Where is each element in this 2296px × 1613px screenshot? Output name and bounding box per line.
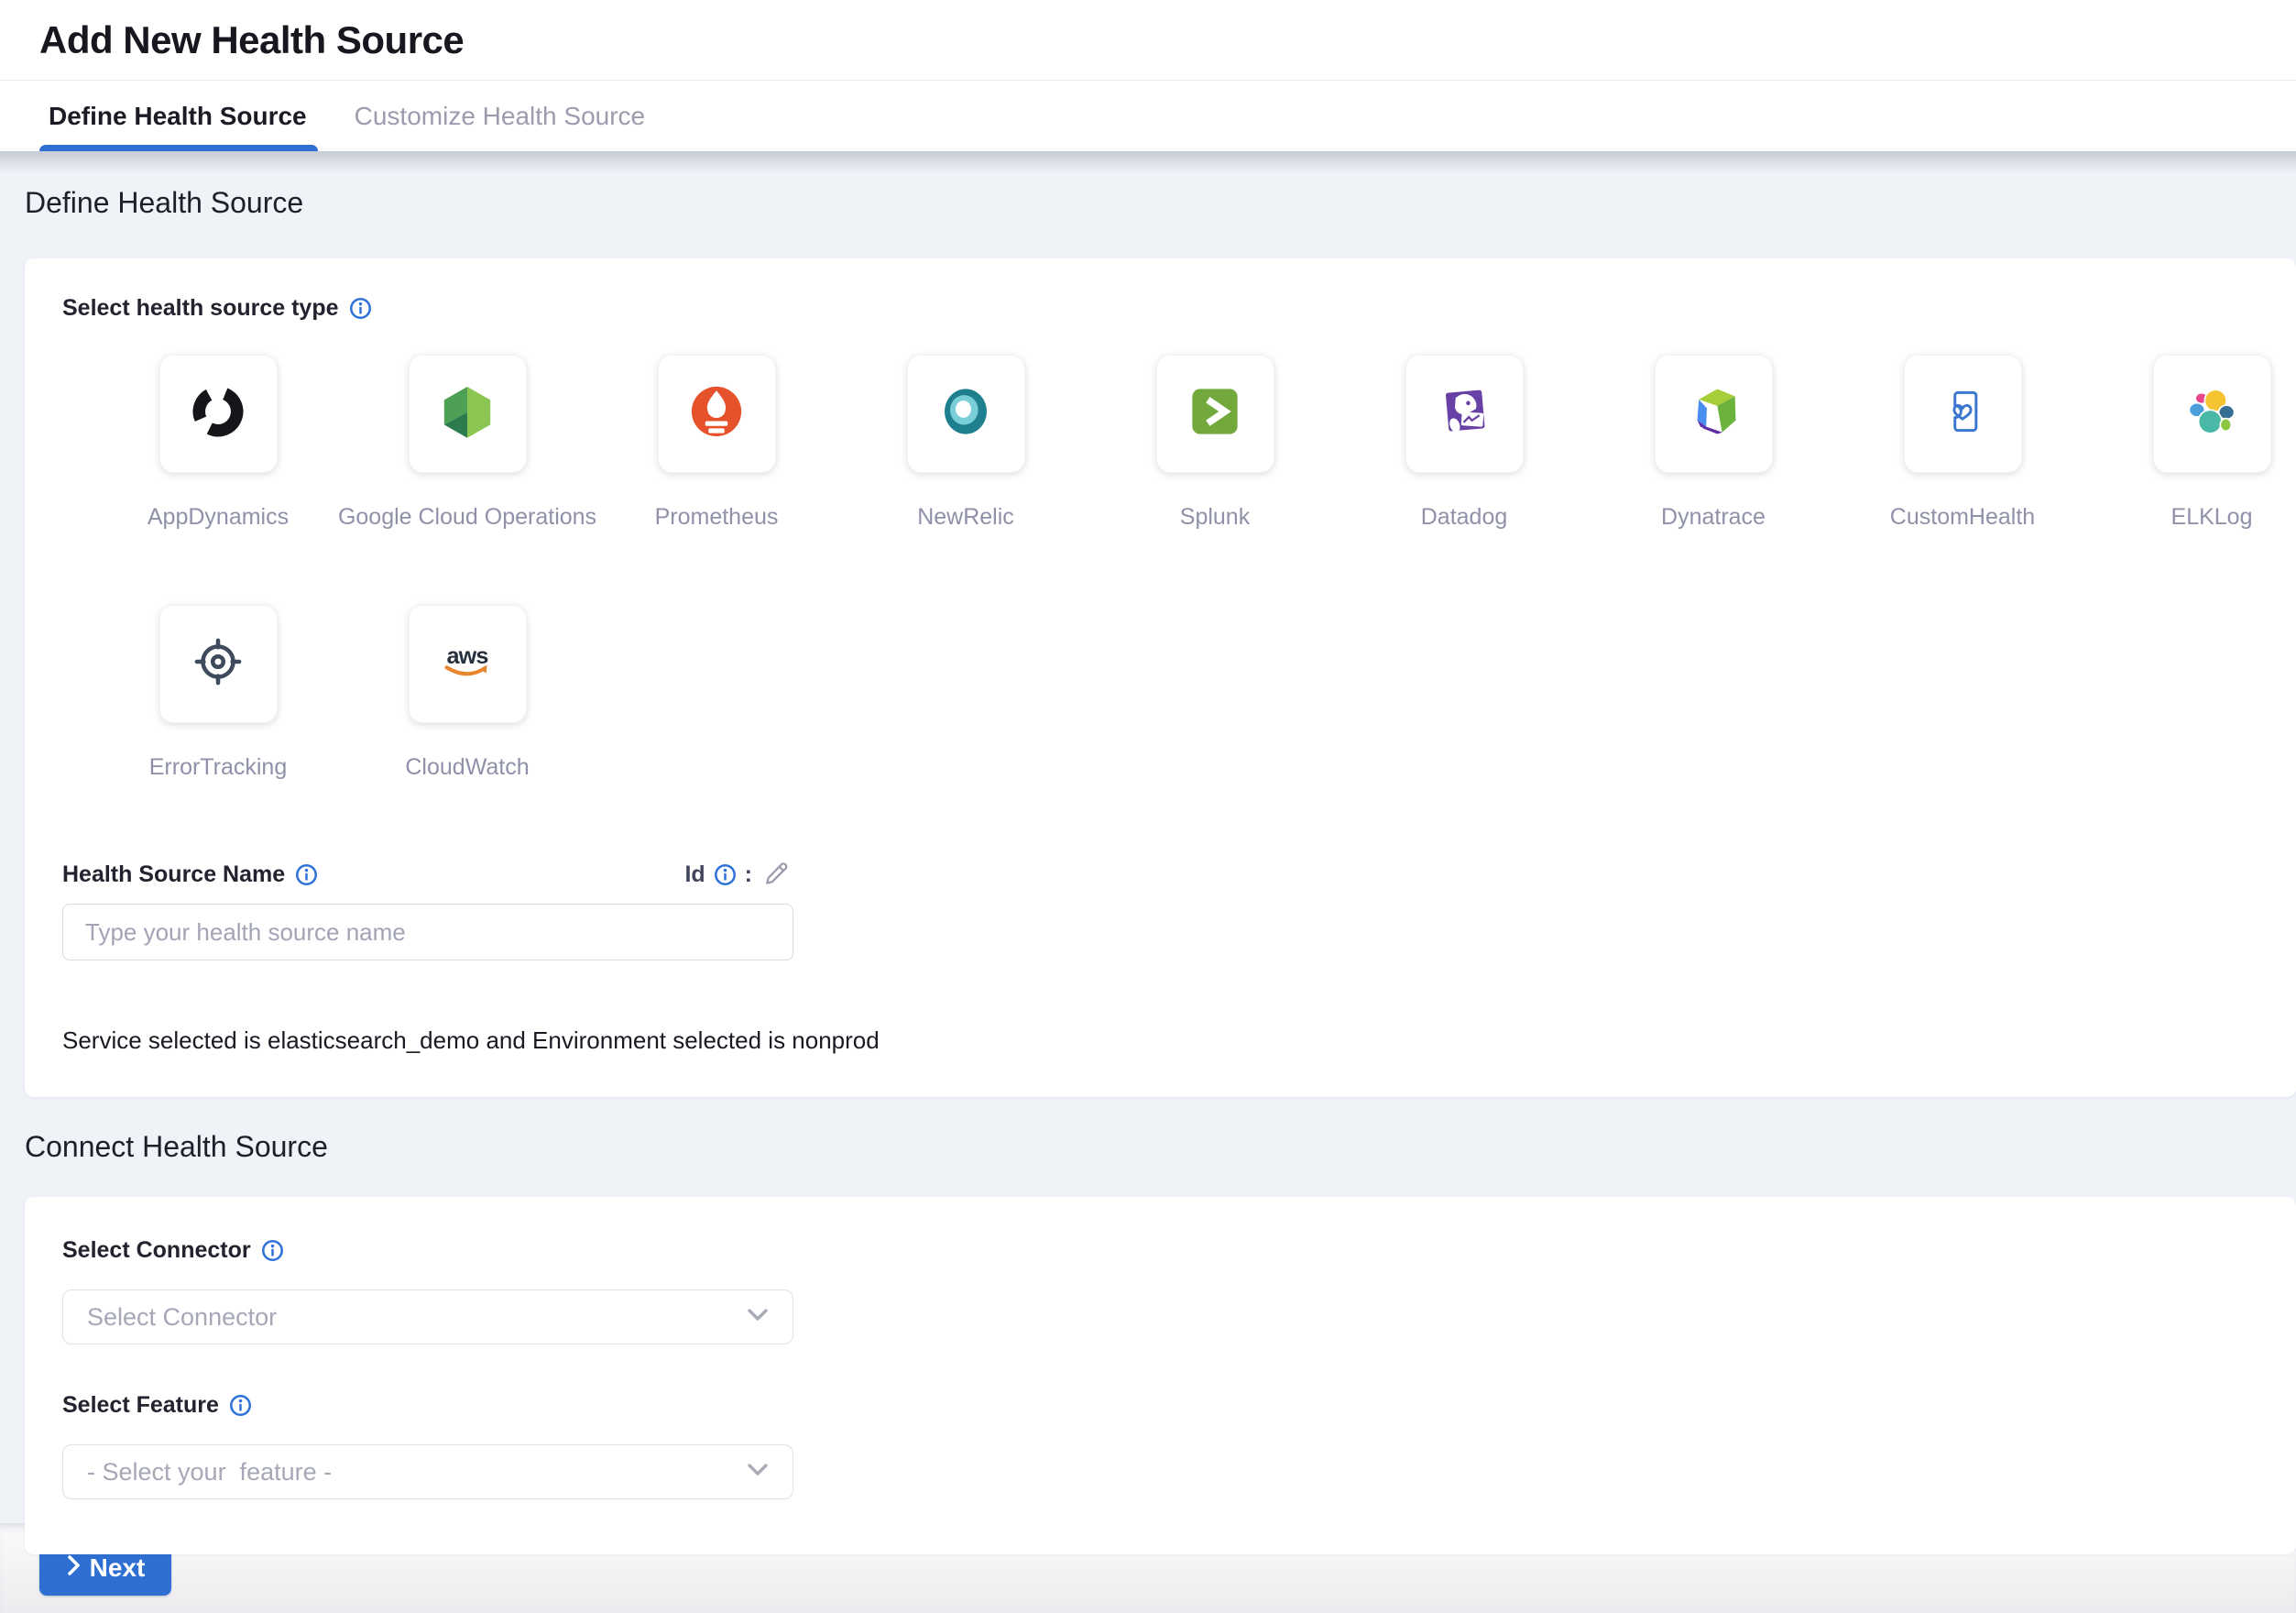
source-tile-cloudwatch[interactable]: aws CloudWatch [343,605,592,781]
source-tile-row: AppDynamics Google Cloud Operations [62,355,2296,531]
errortracking-icon [188,631,248,697]
source-tile-elklog[interactable]: ELKLog [2087,355,2296,531]
elklog-icon [2181,380,2243,447]
tab-label: Define Health Source [49,102,307,131]
edit-id-pencil-icon[interactable] [760,858,793,891]
connector-select[interactable]: Select Connector [62,1289,793,1344]
select-connector-label: Select Connector [62,1237,251,1264]
page-title: Add New Health Source [39,18,464,62]
source-tile-appdynamics[interactable]: AppDynamics [93,355,343,531]
feature-select-value: - Select your feature - [87,1458,332,1487]
connect-health-source-card: Select Connector Select Connector Select… [25,1197,2296,1554]
define-health-source-card: Select health source type AppDynamics [25,258,2296,1097]
google-cloud-operations-icon [434,379,500,449]
tab-customize-health-source[interactable]: Customize Health Source [355,81,645,151]
tab-label: Customize Health Source [355,102,645,131]
prometheus-icon [684,379,749,448]
source-tile-splunk[interactable]: Splunk [1090,355,1339,531]
define-section-heading: Define Health Source [25,151,2296,220]
health-source-name-label: Health Source Name [62,861,285,888]
source-tile-datadog[interactable]: Datadog [1339,355,1589,531]
source-tile-dynatrace[interactable]: Dynatrace [1589,355,1838,531]
connector-select-value: Select Connector [87,1303,277,1332]
service-environment-note: Service selected is elasticsearch_demo a… [62,1026,2296,1055]
customhealth-icon [1932,381,1993,446]
info-icon[interactable] [714,863,737,886]
source-tile-google-cloud-operations[interactable]: Google Cloud Operations [343,355,592,531]
datadog-icon [1432,379,1496,448]
source-tile-errortracking[interactable]: ErrorTracking [93,605,343,781]
dialog-header: Add New Health Source [0,0,2296,81]
select-type-label: Select health source type [62,295,339,322]
connect-section-heading: Connect Health Source [25,1097,2296,1164]
dynatrace-icon [1681,379,1745,448]
health-source-name-input[interactable] [62,904,793,960]
info-icon[interactable] [229,1394,252,1417]
feature-select[interactable]: - Select your feature - [62,1444,793,1499]
id-label: Id [684,861,705,888]
tab-define-health-source[interactable]: Define Health Source [49,81,307,151]
info-icon[interactable] [295,863,318,886]
source-tile-newrelic[interactable]: NewRelic [841,355,1090,531]
chevron-right-icon [66,1553,81,1583]
select-feature-label: Select Feature [62,1392,219,1419]
newrelic-icon [935,380,997,447]
id-colon: : [745,861,752,888]
main-content: Define Health Source Select health sourc… [0,151,2296,1523]
splunk-icon [1184,380,1246,447]
next-button-label: Next [90,1553,146,1583]
source-tile-prometheus[interactable]: Prometheus [592,355,841,531]
info-icon[interactable] [349,297,372,320]
info-icon[interactable] [261,1239,284,1262]
appdynamics-icon [185,379,251,449]
svg-text:aws: aws [447,643,488,669]
cloudwatch-aws-icon: aws [434,629,500,699]
source-tile-row: ErrorTracking aws CloudWatch [62,605,2296,781]
chevron-down-icon [747,1308,769,1326]
tab-bar: Define Health Source Customize Health So… [0,81,2296,151]
source-tile-customhealth[interactable]: CustomHealth [1838,355,2087,531]
chevron-down-icon [747,1463,769,1481]
